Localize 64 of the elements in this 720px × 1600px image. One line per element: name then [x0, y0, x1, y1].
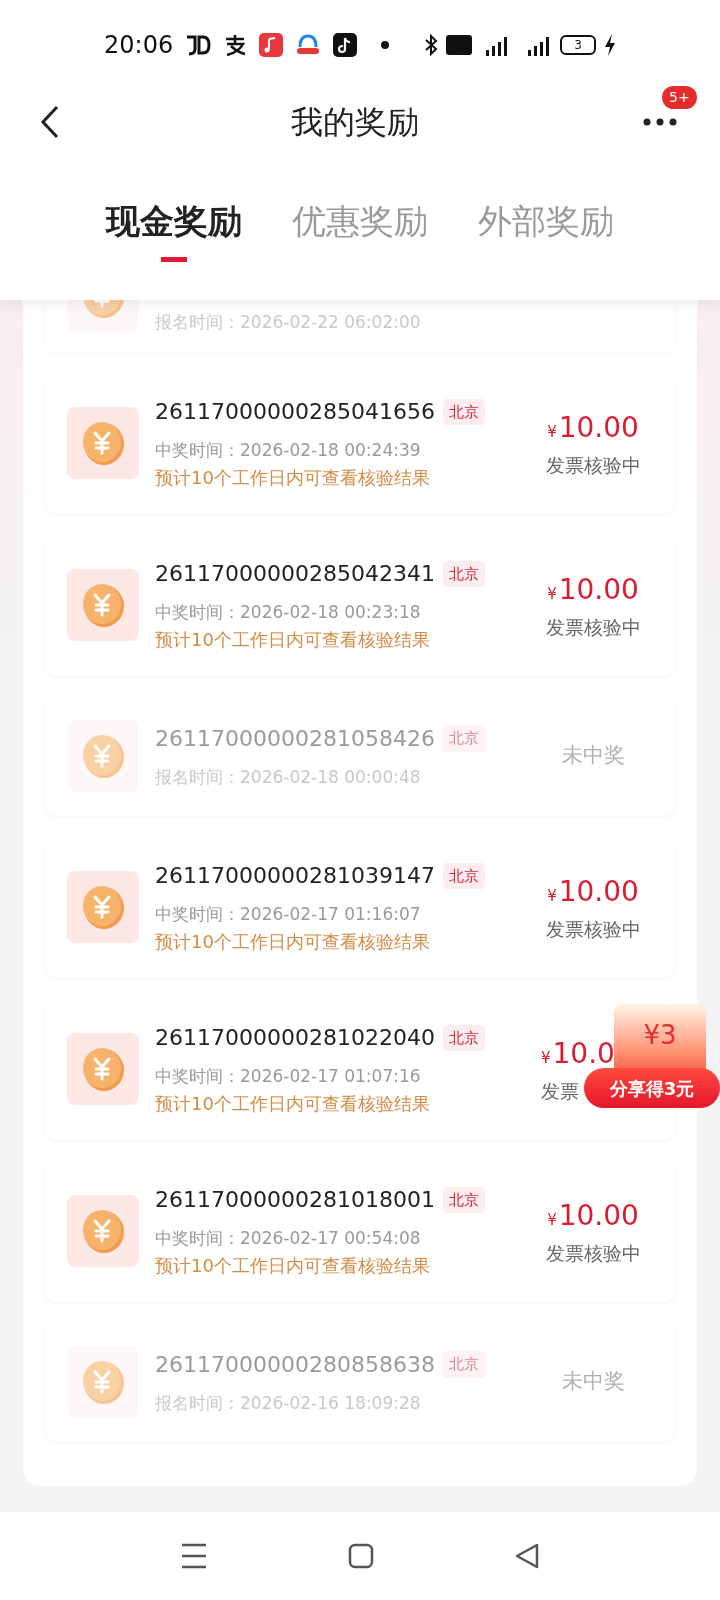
record-number: 26117000000281018001 — [155, 1186, 435, 1215]
coin-icon — [67, 720, 139, 792]
back-icon[interactable] — [514, 1542, 540, 1570]
status-text: 发票核验中 — [545, 614, 641, 640]
coin-icon — [67, 407, 139, 479]
note-text: 预计10个工作日内可查看核验结果 — [155, 1091, 431, 1116]
city-tag: 北京 — [442, 1024, 485, 1051]
record-number: 26117000000281058426 — [155, 724, 435, 753]
city-tag: 北京 — [442, 398, 485, 425]
coin-icon — [67, 871, 139, 943]
status-text: 发票核验中 — [545, 916, 641, 942]
amount-text: ¥10.00 — [547, 409, 639, 446]
app-icon — [223, 34, 248, 56]
time-text: 中奖时间：2026-02-18 00:23:18 — [155, 601, 422, 625]
menu-icon[interactable] — [180, 1543, 208, 1569]
share-button[interactable]: 分享得3元 — [584, 1068, 720, 1108]
city-tag: 北京 — [442, 862, 485, 889]
time-text: 中奖时间：2026-02-17 01:07:16 — [155, 1065, 422, 1089]
record-number: 26117000000285041656 — [155, 398, 435, 427]
coin-icon — [67, 569, 139, 641]
city-tag: 北京 — [442, 1351, 485, 1378]
city-tag: 北京 — [442, 725, 485, 752]
coin-icon — [67, 1346, 139, 1418]
note-text: 预计10个工作日内可查看核验结果 — [155, 627, 431, 652]
record-card[interactable]: 26117000000285042341 北京 中奖时间：2026-02-18 00:23:18 预计10个工作日内可查看核验结果 ¥10.00 发票核验中 — [45, 534, 675, 676]
amount-text: ¥10.00 — [547, 571, 639, 608]
record-card[interactable]: 26117000000281018001 北京 中奖时间：2026-02-17 00:54:08 预计10个工作日内可查看核验结果 ¥10.00 发票核验中 — [45, 1160, 675, 1302]
status-text: 发票核验中 — [545, 1240, 641, 1266]
status-text: 未中奖 — [561, 1368, 625, 1396]
record-card[interactable]: 26117000000285041656 北京 中奖时间：2026-02-18 00:24:39 预计10个工作日内可查看核验结果 ¥10.00 发票核验中 — [45, 372, 675, 514]
note-text: 预计10个工作日内可查看核验结果 — [155, 465, 431, 490]
record-card[interactable]: 26117000000281039147 北京 中奖时间：2026-02-17 01:16:07 预计10个工作日内可查看核验结果 ¥10.00 发票核验中 — [45, 836, 675, 978]
record-number: 26117000000281039147 — [155, 862, 435, 891]
amount-text: ¥10.00 — [547, 1197, 639, 1234]
app-icon — [295, 33, 322, 57]
dot-icon — [381, 41, 390, 49]
amount-text: ¥10.00 — [547, 873, 639, 910]
music-note-app-icon — [333, 33, 358, 57]
city-tag: 北京 — [442, 1186, 485, 1213]
bluetooth-icon — [424, 34, 438, 56]
record-number: 26117000000285042341 — [155, 560, 435, 589]
more-icon[interactable] — [643, 118, 677, 126]
record-number: 26117000000280858638 — [155, 1350, 435, 1379]
time-text: 中奖时间：2026-02-18 00:24:39 — [155, 439, 422, 463]
record-number: 26117000000281022040 — [155, 1024, 435, 1053]
status-text: 发票核验中 — [545, 452, 641, 478]
notification-badge: 5+ — [662, 86, 697, 109]
city-tag: 北京 — [442, 560, 485, 587]
time-text: 中奖时间：2026-02-17 01:16:07 — [155, 903, 422, 927]
status-text: 未中奖 — [561, 742, 625, 770]
note-text: 预计10个工作日内可查看核验结果 — [155, 1253, 431, 1278]
coin-icon — [67, 1195, 139, 1267]
page-title: 我的奖励 — [291, 102, 419, 143]
note-text: 预计10个工作日内可查看核验结果 — [155, 929, 431, 954]
music-app-icon — [259, 33, 284, 57]
app-icon — [185, 34, 212, 56]
charging-icon — [604, 34, 616, 56]
clock-text: 20:06 — [104, 30, 174, 61]
tab[interactable]: 现金奖励 — [106, 196, 242, 262]
battery-icon: 3 — [560, 35, 596, 55]
home-icon[interactable] — [348, 1543, 374, 1569]
time-text: 中奖时间：2026-02-17 00:54:08 — [155, 1227, 422, 1251]
coin-icon — [67, 1033, 139, 1105]
status-text: 发票 — [541, 1078, 579, 1104]
